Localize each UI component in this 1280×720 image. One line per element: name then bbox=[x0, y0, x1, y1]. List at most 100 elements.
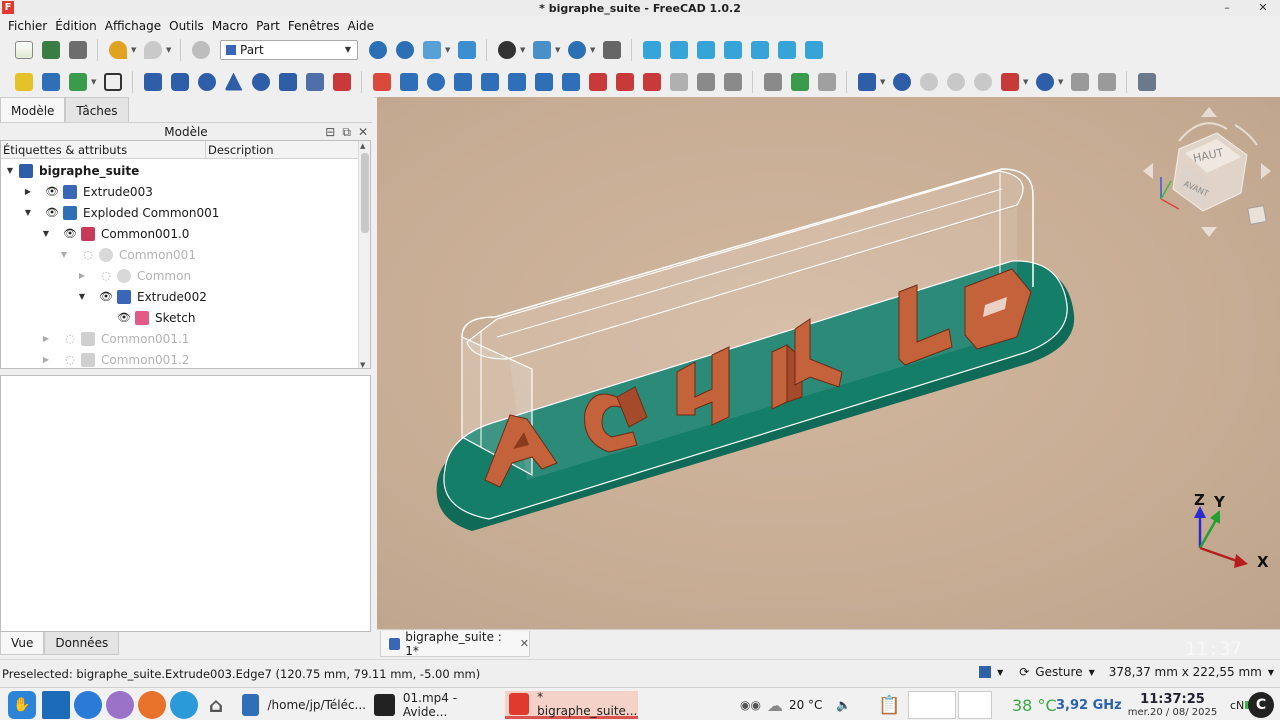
fit-all-button[interactable] bbox=[367, 39, 389, 61]
tray-clipboard[interactable]: 📋 bbox=[878, 691, 900, 719]
chevron-down-icon[interactable]: ▼ bbox=[59, 250, 69, 259]
open-document-button[interactable] bbox=[40, 39, 62, 61]
eye-hidden-icon[interactable]: ◌ bbox=[63, 353, 77, 366]
menu-fenetres[interactable]: Fenêtres bbox=[284, 19, 344, 33]
nav-arrow-down-icon[interactable] bbox=[1201, 227, 1217, 237]
chevron-down-icon[interactable]: ▼ bbox=[5, 166, 15, 175]
shape-builder-button[interactable] bbox=[331, 71, 353, 93]
eye-icon[interactable]: 👁 bbox=[63, 227, 77, 240]
standard-views-dropdown-icon[interactable]: ▼ bbox=[555, 46, 561, 54]
redo-dropdown-icon[interactable]: ▼ bbox=[166, 46, 172, 54]
chevron-down-icon[interactable]: ▼ bbox=[77, 292, 87, 301]
whats-this-button[interactable] bbox=[1136, 71, 1158, 93]
boolean-button[interactable] bbox=[891, 71, 913, 93]
cylinder-button[interactable] bbox=[169, 71, 191, 93]
fit-selection-button[interactable] bbox=[394, 39, 416, 61]
navigation-cube[interactable]: HAUT AVANT bbox=[1137, 103, 1277, 238]
loft-button[interactable] bbox=[587, 71, 609, 93]
tab-modele[interactable]: Modèle bbox=[0, 97, 66, 123]
undo-dropdown-icon[interactable]: ▼ bbox=[131, 46, 137, 54]
tab-taches[interactable]: Tâches bbox=[65, 97, 129, 123]
chevron-down-icon[interactable]: ▼ bbox=[1089, 668, 1095, 677]
browser-icon[interactable] bbox=[170, 691, 198, 719]
eye-icon[interactable]: 👁 bbox=[45, 185, 59, 198]
menu-aide[interactable]: Aide bbox=[343, 19, 378, 33]
eye-hidden-icon[interactable]: ◌ bbox=[99, 269, 113, 282]
cross-sections-button[interactable] bbox=[668, 71, 690, 93]
tree-item-common001-0[interactable]: ▼ 👁 Common001.0 bbox=[41, 223, 370, 244]
chevron-right-icon[interactable]: ▶ bbox=[41, 355, 51, 364]
tab-donnees[interactable]: Données bbox=[44, 632, 120, 655]
firefox-icon[interactable] bbox=[138, 691, 166, 719]
refresh-button[interactable] bbox=[190, 39, 212, 61]
clock[interactable]: 11:37:25 mer.20 / 08/ 2025 bbox=[1120, 689, 1225, 720]
tree-item-sketch[interactable]: 👁 Sketch bbox=[95, 307, 370, 328]
close-tab-icon[interactable]: ✕ bbox=[520, 637, 529, 650]
draw-style-dropdown-icon[interactable]: ▼ bbox=[445, 46, 451, 54]
defeaturing-button[interactable] bbox=[1096, 71, 1118, 93]
taskbar-task-avidemux[interactable]: 01.mp4 - Avide... bbox=[370, 691, 500, 719]
create-group-button[interactable] bbox=[40, 71, 62, 93]
column-header-description[interactable]: Description bbox=[206, 141, 359, 158]
scroll-up-icon[interactable]: ▲ bbox=[360, 142, 365, 150]
common-button[interactable] bbox=[972, 71, 994, 93]
zoom-button[interactable] bbox=[566, 39, 588, 61]
document-tab[interactable]: bigraphe_suite : 1* ✕ bbox=[380, 630, 530, 658]
chevron-right-icon[interactable]: ▶ bbox=[23, 187, 33, 196]
show-desktop-icon[interactable] bbox=[42, 691, 70, 719]
cut-button[interactable] bbox=[918, 71, 940, 93]
chevron-down-icon[interactable]: ▼ bbox=[997, 668, 1003, 677]
tree-item-extrude002[interactable]: ▼ 👁 Extrude002 bbox=[77, 286, 370, 307]
scrollbar-thumb[interactable] bbox=[361, 153, 369, 233]
standard-views-button[interactable] bbox=[531, 39, 553, 61]
thickness-button[interactable] bbox=[722, 71, 744, 93]
property-view[interactable] bbox=[0, 375, 371, 632]
save-document-button[interactable] bbox=[67, 39, 89, 61]
session-icon[interactable]: C bbox=[1248, 692, 1274, 718]
fillet-button[interactable] bbox=[479, 71, 501, 93]
no-select-dropdown-icon[interactable]: ▼ bbox=[520, 46, 526, 54]
menu-affichage[interactable]: Affichage bbox=[101, 19, 165, 33]
tree-item-exploded-common001[interactable]: ▼ 👁 Exploded Common001 bbox=[23, 202, 370, 223]
sphere-button[interactable] bbox=[196, 71, 218, 93]
float-panel-icon[interactable]: ⧉ bbox=[342, 123, 351, 141]
mirror-button[interactable] bbox=[452, 71, 474, 93]
create-link-button[interactable] bbox=[67, 71, 89, 93]
cube-button[interactable] bbox=[142, 71, 164, 93]
face-color-button[interactable] bbox=[789, 71, 811, 93]
view-front-button[interactable] bbox=[668, 39, 690, 61]
tab-vue[interactable]: Vue bbox=[0, 632, 45, 655]
nav-arrow-right-icon[interactable] bbox=[1261, 163, 1271, 179]
close-icon[interactable]: ✕ bbox=[358, 123, 368, 141]
eye-icon[interactable]: 👁 bbox=[45, 206, 59, 219]
collapse-icon[interactable]: ⊟ bbox=[325, 123, 335, 141]
bounding-box-button[interactable] bbox=[456, 39, 478, 61]
draw-style-button[interactable] bbox=[421, 39, 443, 61]
tube-button[interactable] bbox=[277, 71, 299, 93]
new-document-button[interactable] bbox=[13, 39, 35, 61]
chevron-right-icon[interactable]: ▶ bbox=[77, 271, 87, 280]
box-selection-button[interactable] bbox=[816, 71, 838, 93]
3d-viewport[interactable]: HAUT AVANT Z Y X bbox=[377, 97, 1280, 629]
undo-button[interactable] bbox=[107, 39, 129, 61]
tree-scrollbar[interactable]: ▲ ▼ bbox=[358, 141, 370, 368]
chevron-down-icon[interactable]: ▼ bbox=[23, 208, 33, 217]
revolve-button[interactable] bbox=[425, 71, 447, 93]
compound-dropdown-icon[interactable]: ▼ bbox=[880, 78, 886, 86]
draw-style-indicator-icon[interactable] bbox=[979, 666, 992, 678]
extrude-button[interactable] bbox=[398, 71, 420, 93]
link-dropdown-icon[interactable]: ▼ bbox=[91, 78, 97, 86]
tree-item-common001[interactable]: ▼ ◌ Common001 bbox=[59, 244, 370, 265]
tree-item-extrude003[interactable]: ▶ 👁 Extrude003 bbox=[23, 181, 370, 202]
menu-macro[interactable]: Macro bbox=[208, 19, 252, 33]
view-top-button[interactable] bbox=[695, 39, 717, 61]
ruled-surface-button[interactable] bbox=[560, 71, 582, 93]
column-header-labels[interactable]: Étiquettes & attributs bbox=[1, 141, 206, 158]
create-part-button[interactable] bbox=[13, 71, 35, 93]
view-isometric-button[interactable] bbox=[641, 39, 663, 61]
close-window-button[interactable]: ✕ bbox=[1254, 0, 1272, 16]
no-select-button[interactable] bbox=[496, 39, 518, 61]
primitives-button[interactable] bbox=[304, 71, 326, 93]
menu-edition[interactable]: Édition bbox=[51, 19, 101, 33]
tree-item-document[interactable]: ▼ bigraphe_suite bbox=[5, 160, 363, 181]
